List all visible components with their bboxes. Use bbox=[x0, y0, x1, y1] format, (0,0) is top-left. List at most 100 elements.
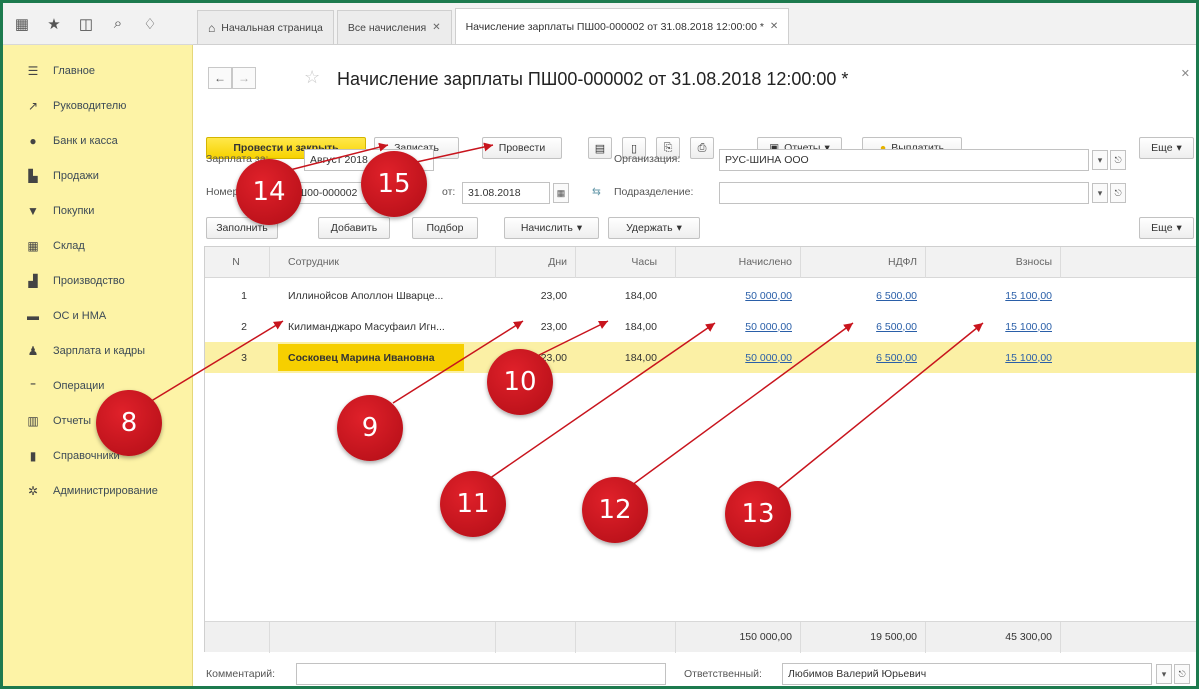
favorite-star-icon[interactable]: ☆ bbox=[304, 67, 320, 88]
ndfl-link[interactable]: 6 500,00 bbox=[876, 290, 917, 302]
bar-chart-icon: ▥ bbox=[27, 413, 39, 428]
favorites-star-icon[interactable]: ★ bbox=[45, 15, 63, 33]
sidebar-item-label: Продажи bbox=[53, 169, 99, 182]
pick-button[interactable]: Подбор bbox=[412, 217, 478, 239]
post-button[interactable]: Провести bbox=[482, 137, 562, 159]
add-row-button[interactable]: Добавить bbox=[318, 217, 390, 239]
cell-ndfl[interactable]: 6 500,00 bbox=[805, 311, 925, 342]
contrib-link[interactable]: 15 100,00 bbox=[1005, 290, 1052, 302]
cell-contributions[interactable]: 15 100,00 bbox=[930, 311, 1060, 342]
chart-trend-icon: ↗ bbox=[27, 98, 39, 113]
cell-ndfl[interactable]: 6 500,00 bbox=[805, 280, 925, 311]
sidebar-item-assets[interactable]: ▬ ОС и НМА bbox=[3, 298, 192, 333]
cell-accrued[interactable]: 50 000,00 bbox=[675, 311, 800, 342]
dropdown-icon[interactable]: ▾ bbox=[1092, 183, 1108, 203]
sidebar-item-warehouse[interactable]: ▦ Склад bbox=[3, 228, 192, 263]
withhold-button[interactable]: Удержать ▾ bbox=[608, 217, 700, 239]
callout-badge: 15 bbox=[361, 151, 427, 217]
cell-days[interactable]: 23,00 bbox=[495, 311, 575, 342]
comment-field[interactable] bbox=[296, 663, 666, 685]
sidebar-item-sales[interactable]: ▙ Продажи bbox=[3, 158, 192, 193]
tab-payroll-document[interactable]: Начисление зарплаты ПШ00-000002 от 31.08… bbox=[454, 8, 790, 44]
open-link-icon[interactable]: ⎋ bbox=[1110, 183, 1126, 203]
close-tab-icon[interactable]: ✕ bbox=[432, 22, 440, 33]
cell-accrued[interactable]: 50 000,00 bbox=[675, 342, 800, 373]
table-row[interactable]: 1 Иллинойсов Аполлон Шварце... 23,00 184… bbox=[205, 280, 1196, 311]
table-row-selected[interactable]: 3 Сосковец Марина Ивановна 23,00 184,00 … bbox=[205, 342, 1196, 373]
organization-field[interactable]: РУС-ШИНА ООО bbox=[719, 149, 1089, 171]
dropdown-icon[interactable]: ▾ bbox=[1092, 150, 1108, 170]
chevron-down-icon: ▾ bbox=[676, 222, 682, 234]
date-field[interactable]: 31.08.2018 bbox=[462, 182, 550, 204]
department-field[interactable] bbox=[719, 182, 1089, 204]
cell-employee[interactable]: Иллинойсов Аполлон Шварце... bbox=[280, 280, 490, 311]
tab-all-accruals[interactable]: Все начисления ✕ bbox=[336, 10, 452, 44]
cell-hours[interactable]: 184,00 bbox=[575, 280, 665, 311]
sidebar-item-directories[interactable]: ▮ Справочники bbox=[3, 438, 192, 473]
calendar-icon[interactable]: ▦ bbox=[553, 183, 569, 203]
cell-contributions[interactable]: 15 100,00 bbox=[930, 280, 1060, 311]
callout-badge: 13 bbox=[725, 481, 791, 547]
bell-icon[interactable]: ♢ bbox=[141, 15, 159, 33]
sidebar-item-admin[interactable]: ✲ Администрирование bbox=[3, 473, 192, 508]
close-tab-icon[interactable]: ✕ bbox=[770, 21, 778, 32]
more-button[interactable]: Еще ▾ bbox=[1139, 137, 1194, 159]
column-header-ndfl[interactable]: НДФЛ bbox=[805, 247, 925, 277]
tab-home[interactable]: ⌂ Начальная страница bbox=[197, 10, 334, 44]
warehouse-icon: ▦ bbox=[27, 238, 39, 253]
sidebar-item-label: Банк и касса bbox=[53, 134, 118, 147]
search-icon[interactable]: ⌕ bbox=[109, 15, 127, 32]
history-icon[interactable]: ◫ bbox=[77, 15, 95, 33]
accrued-link[interactable]: 50 000,00 bbox=[745, 352, 792, 364]
table-more-button[interactable]: Еще ▾ bbox=[1139, 217, 1194, 239]
link-icon[interactable]: ⇆ bbox=[592, 186, 601, 198]
sidebar-item-label: Производство bbox=[53, 274, 125, 287]
print-icon[interactable]: ⎙ bbox=[690, 137, 714, 159]
cell-ndfl[interactable]: 6 500,00 bbox=[805, 342, 925, 373]
column-header-contributions[interactable]: Взносы bbox=[930, 247, 1060, 277]
chevron-down-icon: ▾ bbox=[576, 222, 583, 234]
cell-contributions[interactable]: 15 100,00 bbox=[930, 342, 1060, 373]
apps-grid-icon[interactable]: ▦ bbox=[13, 15, 31, 33]
column-header-n[interactable]: N bbox=[205, 247, 267, 277]
table-row[interactable]: 2 Килиманджаро Масуфаил Игн... 23,00 184… bbox=[205, 311, 1196, 342]
column-header-hours[interactable]: Часы bbox=[575, 247, 665, 277]
accrued-link[interactable]: 50 000,00 bbox=[745, 321, 792, 333]
contrib-link[interactable]: 15 100,00 bbox=[1005, 352, 1052, 364]
sidebar-item-bank[interactable]: ● Банк и касса bbox=[3, 123, 192, 158]
ndfl-link[interactable]: 6 500,00 bbox=[876, 352, 917, 364]
responsible-field[interactable]: Любимов Валерий Юрьевич bbox=[782, 663, 1152, 685]
sidebar-item-operations[interactable]: ⁼ Операции bbox=[3, 368, 192, 403]
sidebar-item-salary[interactable]: ♟ Зарплата и кадры bbox=[3, 333, 192, 368]
dropdown-icon[interactable]: ▾ bbox=[1156, 664, 1172, 684]
back-arrow-icon[interactable]: ← bbox=[208, 67, 232, 89]
cell-accrued[interactable]: 50 000,00 bbox=[675, 280, 800, 311]
cell-employee[interactable]: Килиманджаро Масуфаил Игн... bbox=[280, 311, 490, 342]
column-header-accrued[interactable]: Начислено bbox=[675, 247, 800, 277]
column-header-employee[interactable]: Сотрудник bbox=[280, 247, 490, 277]
column-header-days[interactable]: Дни bbox=[495, 247, 575, 277]
ndfl-link[interactable]: 6 500,00 bbox=[876, 321, 917, 333]
sidebar-item-purchases[interactable]: ▼ Покупки bbox=[3, 193, 192, 228]
accrue-label: Начислить bbox=[520, 222, 573, 234]
date-label: от: bbox=[442, 186, 456, 198]
callout-badge: 11 bbox=[440, 471, 506, 537]
sidebar-item-main[interactable]: ☰ Главное bbox=[3, 53, 192, 88]
cell-hours[interactable]: 184,00 bbox=[575, 311, 665, 342]
open-link-icon[interactable]: ⎋ bbox=[1174, 664, 1190, 684]
operations-icon: ⁼ bbox=[29, 378, 37, 393]
cell-days[interactable]: 23,00 bbox=[495, 280, 575, 311]
sidebar-item-manager[interactable]: ↗ Руководителю bbox=[3, 88, 192, 123]
sidebar: ☰ Главное ↗ Руководителю ● Банк и касса ▙ Пр… bbox=[3, 45, 193, 686]
forward-arrow-icon[interactable]: → bbox=[232, 67, 256, 89]
sidebar-item-production[interactable]: ▟ Производство bbox=[3, 263, 192, 298]
open-link-icon[interactable]: ⎋ bbox=[1110, 150, 1126, 170]
close-icon[interactable]: ✕ bbox=[1181, 67, 1190, 80]
sidebar-item-label: Отчеты bbox=[53, 414, 92, 427]
accrued-link[interactable]: 50 000,00 bbox=[745, 290, 792, 302]
cell-hours[interactable]: 184,00 bbox=[575, 342, 665, 373]
cell-employee[interactable]: Сосковец Марина Ивановна bbox=[280, 342, 490, 373]
dt-kt-icon[interactable]: ▤ bbox=[588, 137, 612, 159]
accrue-button[interactable]: Начислить ▾ bbox=[504, 217, 599, 239]
contrib-link[interactable]: 15 100,00 bbox=[1005, 321, 1052, 333]
